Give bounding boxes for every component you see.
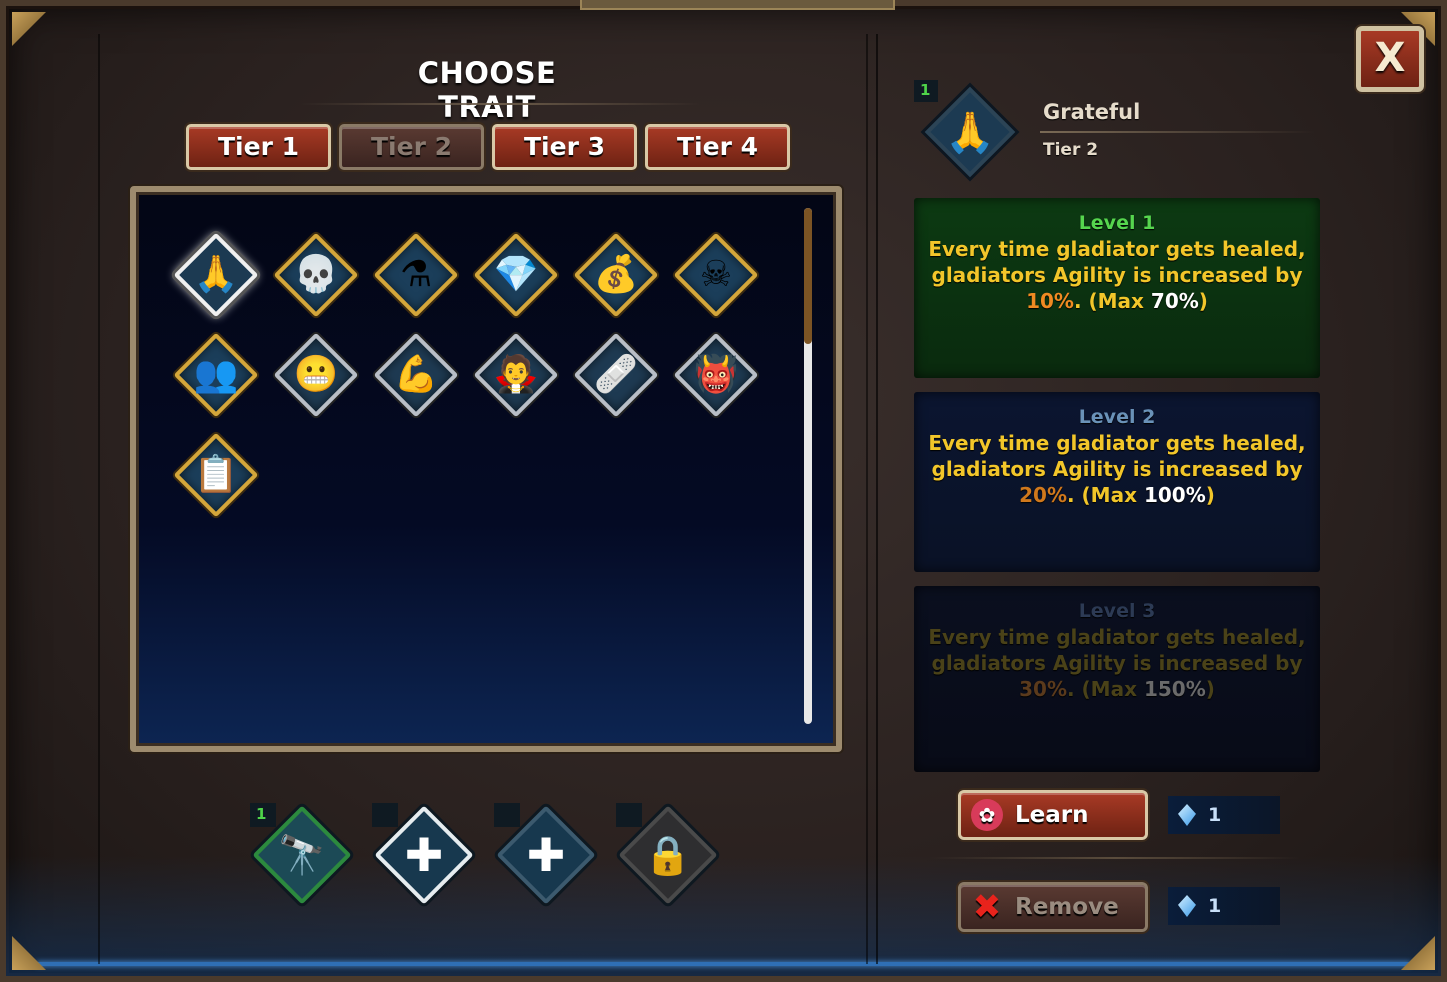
trait-item[interactable]: 🩹 (573, 332, 659, 418)
level-max: 70% (1150, 289, 1199, 313)
level-percent: 10% (1026, 289, 1074, 313)
crystal-icon (1178, 895, 1196, 917)
learn-cost-value: 1 (1208, 804, 1222, 826)
praying-hands-icon: 🙏 (193, 254, 239, 295)
learn-cost: 1 (1168, 796, 1280, 834)
level-percent: 30% (1019, 677, 1067, 701)
trait-item[interactable]: 🙏 (173, 232, 259, 318)
tab-tier-3[interactable]: Tier 3 (492, 124, 637, 170)
crystal-icon: 💎 (493, 254, 539, 295)
trait-slot[interactable]: ✚ (494, 803, 598, 907)
level-title: Level 1 (1078, 212, 1156, 234)
level-title: Level 2 (1078, 406, 1156, 428)
trait-item[interactable]: 🧛 (473, 332, 559, 418)
level-2-panel: Level 2 Every time gladiator gets healed… (914, 392, 1320, 572)
level-desc-text: . (Max (1073, 289, 1151, 313)
top-tab-decoration (580, 0, 895, 10)
crystal-icon (1178, 804, 1196, 826)
trait-item[interactable]: 📋 (173, 432, 259, 518)
selected-trait-level-badge: 1 (914, 80, 938, 102)
remove-cost-value: 1 (1208, 895, 1222, 917)
level-desc-text: ) (1205, 483, 1215, 507)
gold-coins-icon: 💰 (593, 254, 639, 295)
level-desc-text: ) (1198, 289, 1208, 313)
skull-icon: 💀 (293, 254, 339, 295)
plus-icon: ✚ (526, 828, 566, 882)
trait-item[interactable]: 💰 (573, 232, 659, 318)
trait-grid-scrollbar[interactable] (804, 208, 812, 724)
level-description: Every time gladiator gets healed, gladia… (914, 624, 1320, 702)
vampire-icon: 🧛 (493, 354, 539, 395)
trait-item[interactable]: 😬 (273, 332, 359, 418)
level-desc-text: . (Max (1066, 483, 1144, 507)
level-1-panel: Level 1 Every time gladiator gets healed… (914, 198, 1320, 378)
plus-icon: ✚ (404, 828, 444, 882)
level-desc-line: Every time gladiator gets healed, (928, 431, 1306, 455)
angry-face-icon: 😬 (293, 354, 339, 395)
level-desc-line: gladiators Agility is increased by (931, 651, 1303, 675)
level-3-panel: Level 3 Every time gladiator gets healed… (914, 586, 1320, 772)
trait-item[interactable]: ☠ (673, 232, 759, 318)
level-desc-line: 10%. (Max 70%) (924, 288, 1310, 314)
red-x-icon: ✖ (972, 887, 1002, 927)
level-desc-line: Every time gladiator gets healed, (928, 625, 1306, 649)
potion-bag-icon: ⚗ (399, 254, 433, 295)
bandaged-torso-icon: 🩹 (593, 354, 639, 395)
gladiator-arm-icon: 💪 (393, 354, 439, 395)
selected-trait-tier: Tier 2 (1043, 140, 1099, 160)
level-title: Level 3 (1078, 600, 1156, 622)
action-divider (930, 857, 1300, 859)
corner-ornament (12, 12, 46, 46)
green-crowd-icon: 👥 (193, 354, 239, 395)
trait-item[interactable]: 👥 (173, 332, 259, 418)
level-desc-line: 20%. (Max 100%) (924, 482, 1310, 508)
learn-button[interactable]: ✿ Learn (958, 790, 1148, 840)
level-max: 150% (1143, 677, 1206, 701)
tab-tier-1[interactable]: Tier 1 (186, 124, 331, 170)
remove-cost: 1 (1168, 887, 1280, 925)
level-desc-line: gladiators Agility is increased by (931, 457, 1303, 481)
tab-tier-2[interactable]: Tier 2 (339, 124, 484, 170)
scrollbar-thumb[interactable] (804, 208, 812, 344)
trait-item[interactable]: 💀 (273, 232, 359, 318)
level-desc-line: 30%. (Max 150%) (924, 676, 1310, 702)
page-title: CHOOSE TRAIT (417, 56, 557, 124)
level-description: Every time gladiator gets healed, gladia… (914, 430, 1320, 508)
learn-button-label: Learn (1015, 802, 1089, 828)
level-percent: 20% (1019, 483, 1067, 507)
brain-icon: ✿ (971, 799, 1003, 831)
title-divider (300, 103, 700, 105)
demon-mask-icon: 👹 (693, 354, 739, 395)
selected-trait-name: Grateful (1043, 100, 1141, 124)
remove-button-label: Remove (1015, 894, 1119, 920)
tactics-board-icon: 📋 (193, 454, 239, 495)
remove-button[interactable]: ✖ Remove (958, 882, 1148, 932)
tab-tier-4[interactable]: Tier 4 (645, 124, 790, 170)
level-desc-text: . (Max (1066, 677, 1144, 701)
level-desc-line: Every time gladiator gets healed, (928, 237, 1306, 261)
trait-item[interactable]: 👹 (673, 332, 759, 418)
level-max: 100% (1143, 483, 1206, 507)
skulls-pile-icon: ☠ (699, 254, 733, 295)
trait-item[interactable]: 💎 (473, 232, 559, 318)
trait-slot[interactable]: 1 🔭 (250, 803, 354, 907)
close-button[interactable]: X (1356, 26, 1424, 92)
level-desc-text: ) (1205, 677, 1215, 701)
cannon-icon: 🔭 (278, 832, 326, 877)
padlock-icon: 🔒 (644, 832, 692, 877)
name-divider (1040, 131, 1315, 133)
trait-item[interactable]: 💪 (373, 332, 459, 418)
level-desc-line: gladiators Agility is increased by (931, 263, 1303, 287)
trait-slot[interactable]: 🔒 (616, 803, 720, 907)
level-description: Every time gladiator gets healed, gladia… (914, 236, 1320, 314)
trait-slot[interactable]: ✚ (372, 803, 476, 907)
trait-item[interactable]: ⚗ (373, 232, 459, 318)
